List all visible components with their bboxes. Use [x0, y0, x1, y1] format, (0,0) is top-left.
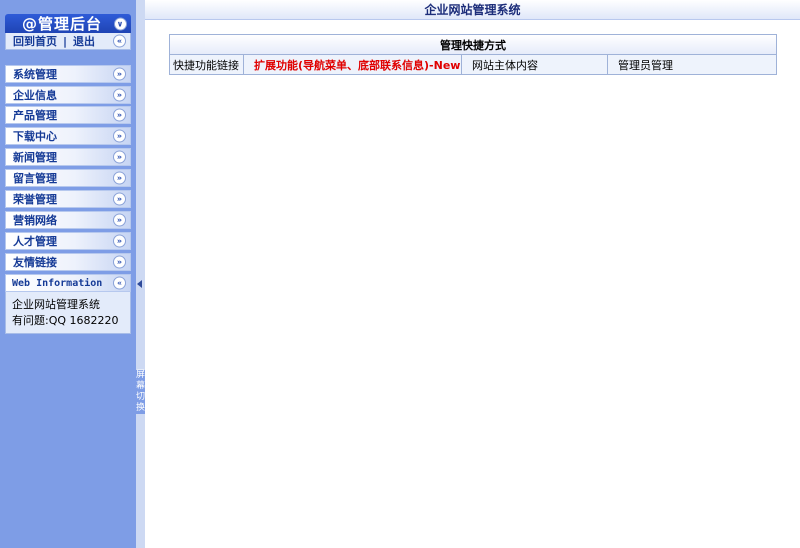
- shortcut-row-label: 快捷功能链接: [170, 55, 244, 74]
- menu-item-label: 友情链接: [13, 256, 57, 269]
- expand-down-icon[interactable]: »: [113, 88, 126, 102]
- page-title: 企业网站管理系统: [424, 3, 521, 17]
- menu-item-label: 产品管理: [13, 109, 57, 122]
- shortcut-link-admin-management[interactable]: 管理员管理: [608, 55, 776, 74]
- menu-item-honors[interactable]: 荣誉管理 »: [5, 190, 131, 208]
- menu-item-label: 下载中心: [13, 130, 57, 143]
- menu-item-label: 营销网络: [13, 214, 57, 227]
- expand-down-icon[interactable]: »: [113, 129, 126, 143]
- screen-splitter[interactable]: 屏幕切换: [136, 0, 145, 548]
- screen-switch-label[interactable]: 屏幕切换: [136, 370, 145, 414]
- menu-item-products[interactable]: 产品管理 »: [5, 106, 131, 124]
- shortcut-table-title: 管理快捷方式: [440, 38, 506, 52]
- collapse-left-icon[interactable]: «: [113, 34, 126, 48]
- shortcut-link-site-content[interactable]: 网站主体内容: [462, 55, 608, 74]
- web-information-line-2: 有问题:QQ 1682220: [12, 314, 119, 327]
- menu-item-downloads[interactable]: 下载中心 »: [5, 127, 131, 145]
- menu-item-news[interactable]: 新闻管理 »: [5, 148, 131, 166]
- expand-down-icon[interactable]: »: [113, 150, 126, 164]
- expand-down-icon[interactable]: »: [113, 171, 126, 185]
- admin-panel-header: @管理后台 ∨: [5, 14, 131, 33]
- menu-item-label: 荣誉管理: [13, 193, 57, 206]
- admin-panel-title: @管理后台: [21, 15, 102, 33]
- sidebar: @管理后台 ∨ 回到首页 | 退出 « 系统管理 » 企业信息 » 产品管理 »…: [0, 0, 136, 548]
- collapse-left-icon[interactable]: «: [113, 276, 126, 290]
- web-information-line-1: 企业网站管理系统: [12, 298, 100, 311]
- collapse-down-icon[interactable]: ∨: [114, 17, 127, 30]
- expand-down-icon[interactable]: »: [113, 255, 126, 269]
- web-information-title: Web Information: [12, 277, 103, 289]
- expand-down-icon[interactable]: »: [113, 234, 126, 248]
- menu-item-sales-network[interactable]: 营销网络 »: [5, 211, 131, 229]
- menu-item-friend-links[interactable]: 友情链接 »: [5, 253, 131, 271]
- expand-down-icon[interactable]: »: [113, 213, 126, 227]
- shortcut-table-header: 管理快捷方式: [170, 35, 776, 55]
- menu-item-label: 人才管理: [13, 235, 57, 248]
- home-link[interactable]: 回到首页: [13, 33, 57, 49]
- shortcut-table: 管理快捷方式 快捷功能链接 扩展功能(导航菜单、底部联系信息)-New 网站主体…: [169, 34, 777, 75]
- web-information-header[interactable]: Web Information «: [5, 274, 131, 292]
- admin-panel: @管理后台 ∨ 回到首页 | 退出 «: [5, 14, 131, 50]
- menu-item-talent[interactable]: 人才管理 »: [5, 232, 131, 250]
- collapse-arrow-icon[interactable]: [137, 280, 142, 288]
- web-information-body: 企业网站管理系统 有问题:QQ 1682220: [5, 292, 131, 334]
- menu-item-system[interactable]: 系统管理 »: [5, 65, 131, 83]
- menu-item-label: 留言管理: [13, 172, 57, 185]
- expand-down-icon[interactable]: »: [113, 192, 126, 206]
- home-logout-bar: 回到首页 | 退出 «: [5, 33, 131, 50]
- expand-down-icon[interactable]: »: [113, 67, 126, 81]
- menu-item-label: 企业信息: [13, 89, 57, 102]
- menu-item-company-info[interactable]: 企业信息 »: [5, 86, 131, 104]
- menu-item-messages[interactable]: 留言管理 »: [5, 169, 131, 187]
- link-separator: |: [63, 34, 68, 48]
- shortcut-row: 快捷功能链接 扩展功能(导航菜单、底部联系信息)-New 网站主体内容 管理员管…: [170, 55, 776, 74]
- logout-link[interactable]: 退出: [73, 33, 95, 49]
- page-title-bar: 企业网站管理系统: [145, 0, 800, 20]
- menu-item-label: 新闻管理: [13, 151, 57, 164]
- shortcut-link-extended-functions[interactable]: 扩展功能(导航菜单、底部联系信息)-New: [244, 55, 462, 74]
- menu-item-label: 系统管理: [13, 68, 57, 81]
- expand-down-icon[interactable]: »: [113, 108, 126, 122]
